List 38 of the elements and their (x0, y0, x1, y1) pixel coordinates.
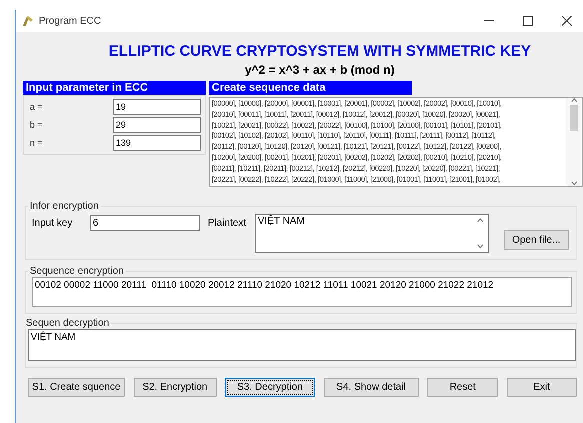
action-button[interactable]: Exit (506, 378, 577, 397)
group-legend: Infor encryption (28, 201, 101, 212)
open-file-button[interactable]: Open file... (504, 230, 569, 250)
action-button[interactable]: S3. Decryption (225, 378, 316, 397)
maximize-icon[interactable] (523, 16, 533, 26)
decryption-output[interactable]: VIỆT NAM (28, 329, 576, 361)
section-header: Create sequence data (209, 81, 412, 95)
scroll-down-icon[interactable] (476, 244, 484, 249)
group-legend: Sequen decryption (24, 318, 112, 329)
plaintext-label: Plaintext (208, 217, 248, 229)
parameter-input[interactable]: 29 (113, 117, 201, 133)
app-heading: ELLIPTIC CURVE CRYPTOSYSTEM WITH SYMMETRIC KEY (108, 43, 532, 60)
parameter-label: a = (30, 102, 44, 112)
action-button[interactable]: S4. Show detail (324, 378, 419, 397)
key-input[interactable]: 6 (90, 215, 200, 231)
formula: y^2 = x^3 + ax + b (mod n) (244, 63, 396, 77)
key-label: Input key (32, 217, 74, 229)
section-header: Input parameter in ECC (23, 81, 206, 95)
sequence-data-area[interactable] (209, 97, 583, 187)
group-legend: Sequence encryption (28, 266, 126, 277)
scroll-up-icon[interactable] (476, 218, 484, 223)
action-button[interactable]: Reset (427, 378, 498, 397)
parameter-input[interactable]: 139 (113, 135, 201, 151)
action-button[interactable]: S1. Create squence (28, 378, 125, 397)
scroll-up-icon[interactable] (570, 98, 578, 103)
window-title: Program ECC (39, 16, 102, 26)
parameter-input[interactable]: 19 (113, 99, 201, 115)
plaintext-value: VIỆT NAM (258, 216, 306, 227)
parameter-label: n = (30, 138, 44, 148)
action-button[interactable]: S2. Encryption (134, 378, 217, 397)
plaintext-area[interactable]: VIỆT NAM (255, 214, 489, 253)
app-icon (22, 15, 34, 27)
scroll-thumb[interactable] (570, 105, 578, 131)
encryption-output[interactable]: 00102 00002 11000 20111 01110 10020 20012 21110 21020 10212 11011 10021 20120 21000 21022 21012 (32, 277, 572, 307)
parameter-label: b = (30, 120, 44, 130)
close-icon[interactable] (562, 16, 572, 26)
scrollbar[interactable] (566, 98, 582, 186)
scroll-down-icon[interactable] (570, 181, 578, 186)
